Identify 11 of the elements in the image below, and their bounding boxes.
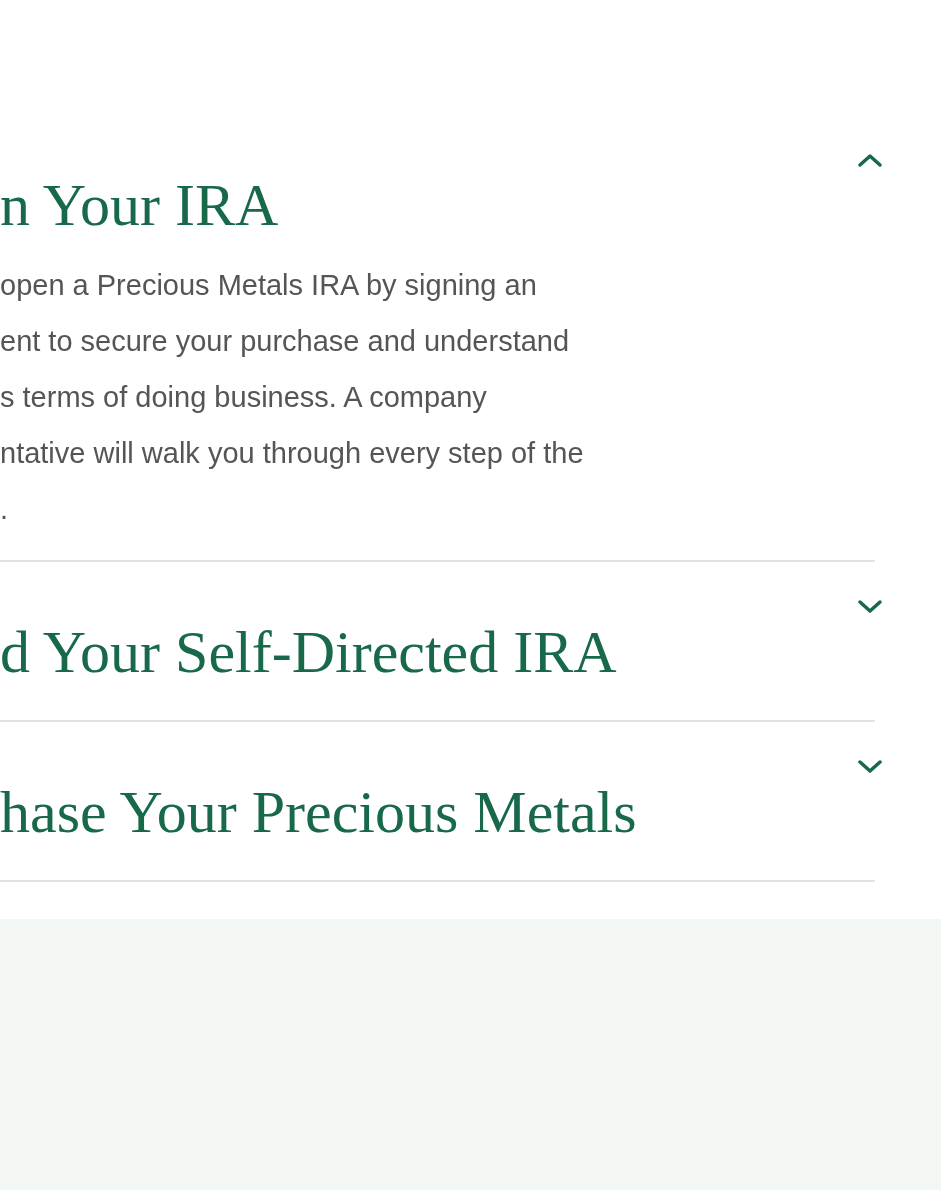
body-text: s terms of doing business. A company [0,380,487,415]
chevron-icon[interactable] [857,759,883,775]
chevron-icon[interactable] [857,152,883,168]
accordion-heading[interactable]: hase Your Precious Metals [0,777,637,847]
accordion-heading[interactable]: d Your Self-Directed IRA [0,617,617,687]
body-text: ent to secure your purchase and understand [0,324,570,359]
body-text: . [0,492,9,527]
accordion-heading[interactable]: n Your IRA [0,170,279,240]
chevron-icon[interactable] [857,599,883,615]
body-text: ntative will walk you through every step of the [0,436,584,471]
body-text: open a Precious Metals IRA by signing an [0,268,537,303]
